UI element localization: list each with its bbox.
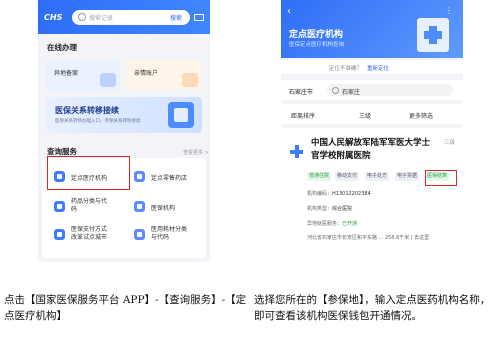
tag: 普通住院 <box>307 172 332 181</box>
pharmacy-icon <box>134 171 145 182</box>
info-code: 机构编码：H13012202384 <box>307 190 371 197</box>
right-phone-screenshot: ‹ ⋮ 定点医疗机构 医保定点医疗机构查询 定位不准确？ 重新定位 石家庄市 石… <box>281 0 463 262</box>
search-row: 石家庄市 石家庄 <box>281 80 463 100</box>
caption-right: 选择您所在的【参保地】，输入定点医药机构名称，即可查看该机构医保钱包开通情况。 <box>254 294 491 322</box>
page-header: ‹ ⋮ 定点医疗机构 医保定点医疗机构查询 <box>281 0 463 58</box>
transfer-banner[interactable]: 医保关系转移接续 医保关系转移办理入口，参保关系转移接续 <box>46 97 202 133</box>
relocate-link[interactable]: 重新定位 <box>367 64 389 72</box>
reform-icon <box>54 229 65 240</box>
highlight-box <box>47 156 130 190</box>
service-label: 医保支付方式改革试点城市 <box>71 226 108 241</box>
app-logo: CHS <box>44 13 63 22</box>
info-remote-service: 异地就医服务：已开通 <box>307 220 357 227</box>
filter-bar: 距离排序 三级 更多筛选 <box>281 104 463 124</box>
tag: 电子处方 <box>365 172 390 181</box>
location-bar: 定位不准确？ 重新定位 <box>281 60 463 74</box>
consumable-icon <box>134 229 145 240</box>
service-drug-codes[interactable]: 药品分类与代码 <box>54 198 124 218</box>
page-title: 定点医疗机构 <box>289 30 344 40</box>
banner-illustration <box>168 102 194 128</box>
medical-cross-icon <box>290 145 303 158</box>
tag: 移动支付 <box>335 172 360 181</box>
result-card[interactable]: 中国人民解放军陆军军医大学士官学校附属医院 三级 普通住院 移动支付 电子处方 … <box>281 128 463 262</box>
share-icon[interactable]: ⋮ <box>445 6 453 15</box>
left-phone-screenshot: CHS 搜索记录 搜索 在线办理 异地备案 亲情账户 医保关系转移接续 医保关系… <box>38 0 210 262</box>
info-label: 机构编码： <box>307 191 333 197</box>
highlight-box <box>425 170 457 186</box>
info-type: 机构类型：综合医院 <box>307 205 352 212</box>
info-label: 机构类型： <box>307 206 333 212</box>
search-icon <box>78 13 86 21</box>
tag: 电子票据 <box>395 172 420 181</box>
info-value: 综合医院 <box>332 206 353 212</box>
filter-level[interactable]: 三级 <box>359 111 371 120</box>
back-icon[interactable]: ‹ <box>287 6 291 17</box>
search-placeholder: 搜索记录 <box>89 15 114 22</box>
tile-remote-filing[interactable]: 异地备案 <box>46 60 120 90</box>
service-label: 医保机构 <box>151 205 176 212</box>
tile-illustration <box>100 73 116 87</box>
mail-icon[interactable] <box>194 14 204 21</box>
institution-search-input[interactable]: 石家庄 <box>327 84 453 96</box>
search-button[interactable]: 搜索 <box>170 13 182 22</box>
banner-subtitle: 医保关系转移办理入口，参保关系转移接续 <box>55 119 141 124</box>
online-section-title: 在线办理 <box>47 43 77 52</box>
tile-label: 亲情账户 <box>134 70 159 77</box>
service-insurance-agency[interactable]: 医保机构 <box>134 198 204 218</box>
search-value: 石家庄 <box>342 88 361 96</box>
caption-left: 点击【国家医保服务平台 APP】-【查询服务】-【定点医疗机构】 <box>4 294 247 322</box>
info-value: H13012202384 <box>332 191 371 197</box>
service-label: 医用耗材分类与代码 <box>151 226 188 241</box>
drug-icon <box>54 201 65 212</box>
hospital-illustration <box>417 18 449 52</box>
filter-more[interactable]: 更多筛选 <box>409 111 433 120</box>
page-subtitle: 医保定点医疗机构查询 <box>289 42 345 48</box>
tile-family-account[interactable]: 亲情账户 <box>126 60 202 90</box>
service-payment-reform[interactable]: 医保支付方式改革试点城市 <box>54 226 124 246</box>
tile-illustration <box>182 73 198 87</box>
app-header: CHS 搜索记录 搜索 <box>38 0 210 34</box>
hospital-name: 中国人民解放军陆军军医大学士官学校附属医院 <box>311 138 431 161</box>
service-label: 药品分类与代码 <box>71 198 108 213</box>
info-value: 已开通 <box>342 221 358 227</box>
address-line[interactable]: 河北省石家庄市长安区和平东路 ... 258.6千米 | 去这里 <box>307 234 459 241</box>
agency-icon <box>134 201 145 212</box>
search-input[interactable]: 搜索记录 搜索 <box>72 10 190 25</box>
service-designated-pharmacy[interactable]: 定点零售药店 <box>134 168 204 188</box>
city-selector[interactable]: 石家庄市 <box>289 87 313 96</box>
service-label: 定点零售药店 <box>151 175 188 182</box>
service-consumable-codes[interactable]: 医用耗材分类与代码 <box>134 226 204 246</box>
filter-distance[interactable]: 距离排序 <box>291 111 315 120</box>
location-question: 定位不准确？ <box>329 66 363 72</box>
info-label: 异地就医服务： <box>307 221 343 227</box>
banner-title: 医保关系转移接续 <box>55 106 119 115</box>
view-more-link[interactable]: 查看更多 > <box>183 149 209 156</box>
tile-label: 异地备案 <box>54 70 79 77</box>
search-icon <box>332 86 339 94</box>
hospital-grade: 三级 <box>443 140 455 146</box>
